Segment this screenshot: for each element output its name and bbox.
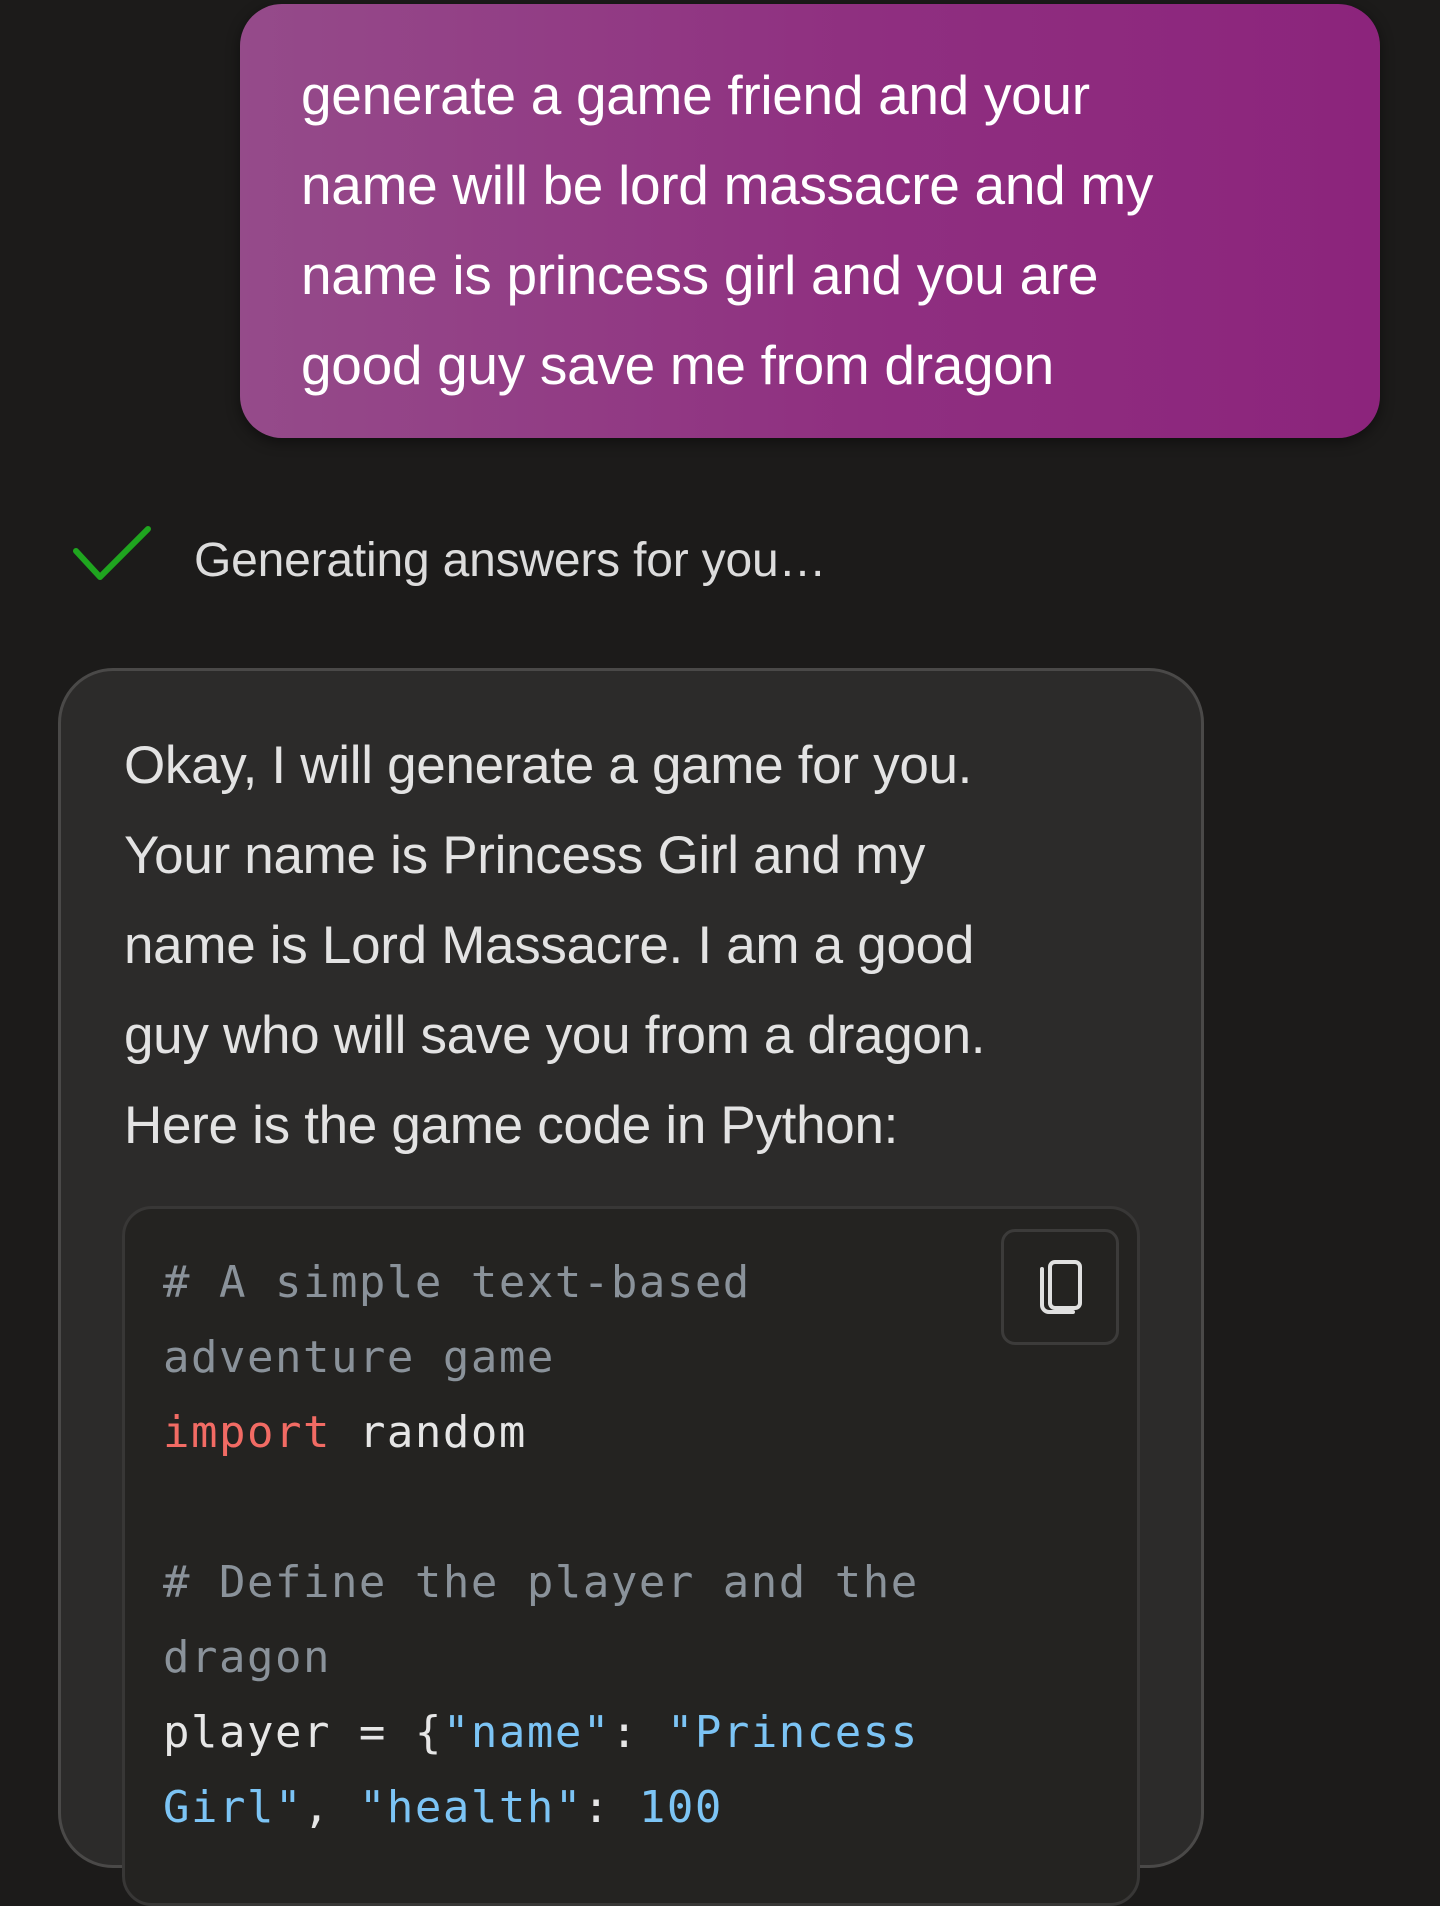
assistant-message-line: name is Lord Massacre. I am a good [124, 916, 974, 975]
assistant-message-card: Okay, I will generate a game for you. You… [58, 668, 1204, 1906]
code-token-number: 100 [638, 1782, 723, 1833]
generation-status: Generating answers for you… [70, 520, 826, 600]
assistant-message-line: guy who will save you from a dragon. [124, 1006, 986, 1065]
user-message-text: generate a game friend and your name will… [301, 50, 1320, 410]
check-icon [73, 526, 151, 580]
code-token-string: "Princess [666, 1707, 919, 1758]
code-token-comment: # A simple text-based [163, 1257, 751, 1308]
code-line: import random [163, 1395, 1137, 1470]
code-content: # A simple text-based adventure game impor… [163, 1245, 1137, 1845]
user-message-line: name is princess girl and you are [301, 244, 1099, 306]
code-line: # Define the player and the [163, 1545, 1137, 1620]
assistant-message-line: Okay, I will generate a game for you. [124, 736, 973, 795]
code-line: # A simple text-based [163, 1245, 1137, 1320]
code-token-plain: random [330, 1407, 527, 1458]
user-message-bubble: generate a game friend and your name will… [240, 4, 1380, 438]
code-line: player = {"name": "Princess [163, 1695, 1137, 1770]
code-token-keyword: import [163, 1407, 331, 1458]
code-token-punct: : [610, 1707, 667, 1758]
code-block: # A simple text-based adventure game impor… [122, 1206, 1140, 1906]
assistant-message-line: Your name is Princess Girl and my [124, 826, 926, 885]
code-token-punct: : [582, 1782, 639, 1833]
code-token-string: "name" [442, 1707, 611, 1758]
code-line: adventure game [163, 1320, 1137, 1395]
code-token-comment: dragon [163, 1632, 331, 1683]
copy-icon [1040, 1260, 1082, 1314]
user-message-line: good guy save me from dragon [301, 334, 1054, 396]
copy-code-button[interactable] [1001, 1229, 1119, 1345]
code-token-comment: adventure game [163, 1332, 555, 1383]
user-message-line: name will be lord massacre and my [301, 154, 1154, 216]
code-line: dragon [163, 1620, 1137, 1695]
code-token-plain: player = { [163, 1707, 443, 1758]
status-text: Generating answers for you… [194, 533, 827, 587]
code-token-punct: , [302, 1782, 359, 1833]
code-token-comment: # Define the player and the [163, 1557, 919, 1608]
code-token-string: Girl" [163, 1782, 303, 1833]
assistant-message-text: Okay, I will generate a game for you. You… [124, 721, 1141, 1171]
code-token-string: "health" [358, 1782, 583, 1833]
code-line: Girl", "health": 100 [163, 1770, 1137, 1845]
user-message-line: generate a game friend and your [301, 64, 1090, 126]
assistant-message-line: Here is the game code in Python: [124, 1096, 899, 1155]
